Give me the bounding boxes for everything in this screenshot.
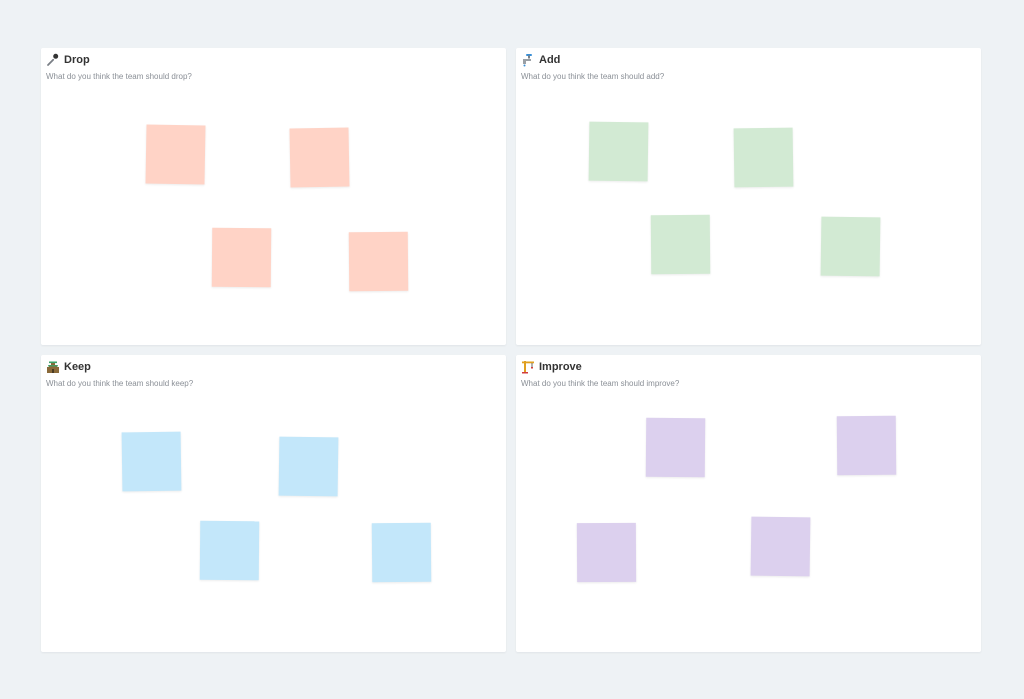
- faucet-icon: [521, 53, 535, 67]
- panel-add-title: Add: [539, 54, 561, 66]
- panel-drop-subtitle: What do you think the team should drop?: [46, 72, 192, 81]
- sticky-note[interactable]: [348, 231, 409, 292]
- panel-improve[interactable]: Improve What do you think the team shoul…: [516, 355, 981, 652]
- sticky-note[interactable]: [278, 436, 339, 497]
- crane-icon: [521, 360, 535, 374]
- panel-improve-header: Improve: [521, 360, 582, 374]
- panel-add-header: Add: [521, 53, 560, 67]
- sticky-note[interactable]: [289, 127, 350, 188]
- panel-drop-title: Drop: [64, 54, 90, 66]
- sticky-note[interactable]: [650, 214, 711, 275]
- sticky-note[interactable]: [371, 522, 432, 583]
- panel-keep-header: Keep: [46, 360, 91, 374]
- sticky-note[interactable]: [750, 516, 811, 577]
- panel-improve-subtitle: What do you think the team should improv…: [521, 379, 680, 388]
- sticky-note[interactable]: [199, 520, 260, 581]
- panel-improve-title: Improve: [539, 361, 582, 373]
- sticky-note[interactable]: [836, 415, 897, 476]
- panel-keep-title: Keep: [64, 361, 91, 373]
- microphone-icon: [46, 53, 60, 67]
- panel-add[interactable]: Add What do you think the team should ad…: [516, 48, 981, 345]
- sticky-note[interactable]: [576, 522, 637, 583]
- sticky-note[interactable]: [588, 121, 649, 182]
- panel-drop-header: Drop: [46, 53, 90, 67]
- panel-add-subtitle: What do you think the team should add?: [521, 72, 665, 81]
- castle-icon: [46, 360, 60, 374]
- sticky-note[interactable]: [820, 216, 881, 277]
- sticky-note[interactable]: [121, 431, 182, 492]
- sticky-note[interactable]: [645, 417, 706, 478]
- panel-keep[interactable]: Keep What do you think the team should k…: [41, 355, 506, 652]
- sticky-note[interactable]: [145, 124, 206, 185]
- panel-drop[interactable]: Drop What do you think the team should d…: [41, 48, 506, 345]
- retrospective-board: Drop What do you think the team should d…: [0, 0, 1024, 699]
- panel-keep-subtitle: What do you think the team should keep?: [46, 379, 194, 388]
- sticky-note[interactable]: [211, 227, 272, 288]
- sticky-note[interactable]: [733, 127, 794, 188]
